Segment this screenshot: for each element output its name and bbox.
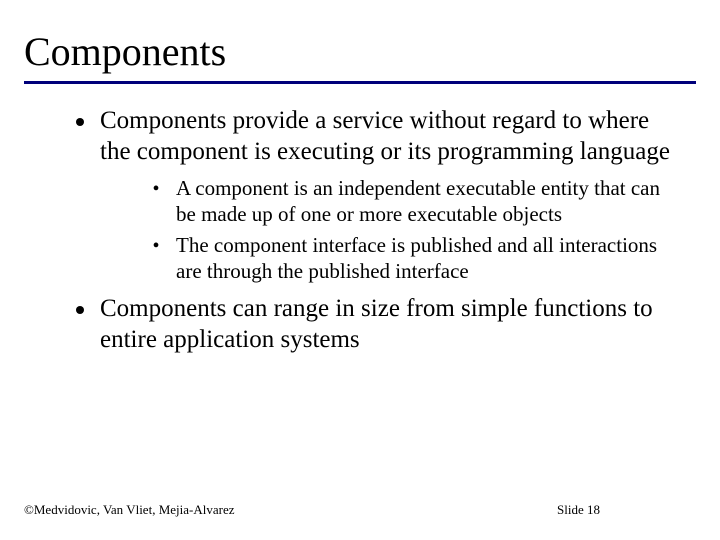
sub-bullet-group: • A component is an independent executab… <box>60 175 676 284</box>
bullet-text: Components can range in size from simple… <box>100 294 676 355</box>
dot-bullet-icon: • <box>136 232 176 285</box>
footer-slide-number: Slide 18 <box>557 502 696 518</box>
bullet-level1: Components provide a service without reg… <box>60 106 676 167</box>
dot-bullet-icon: • <box>136 175 176 228</box>
bullet-level2: • The component interface is published a… <box>136 232 676 285</box>
slide-content: Components provide a service without reg… <box>24 106 696 355</box>
bullet-level2: • A component is an independent executab… <box>136 175 676 228</box>
slide-footer: ©Medvidovic, Van Vliet, Mejia-Alvarez Sl… <box>24 502 696 518</box>
round-bullet-icon <box>60 106 100 167</box>
sub-bullet-text: A component is an independent executable… <box>176 175 676 228</box>
footer-copyright: ©Medvidovic, Van Vliet, Mejia-Alvarez <box>24 502 234 518</box>
bullet-level1: Components can range in size from simple… <box>60 294 676 355</box>
slide: Components Components provide a service … <box>0 0 720 540</box>
bullet-text: Components provide a service without reg… <box>100 106 676 167</box>
round-bullet-icon <box>60 294 100 355</box>
title-underline <box>24 81 696 84</box>
slide-title: Components <box>24 28 696 81</box>
sub-bullet-text: The component interface is published and… <box>176 232 676 285</box>
